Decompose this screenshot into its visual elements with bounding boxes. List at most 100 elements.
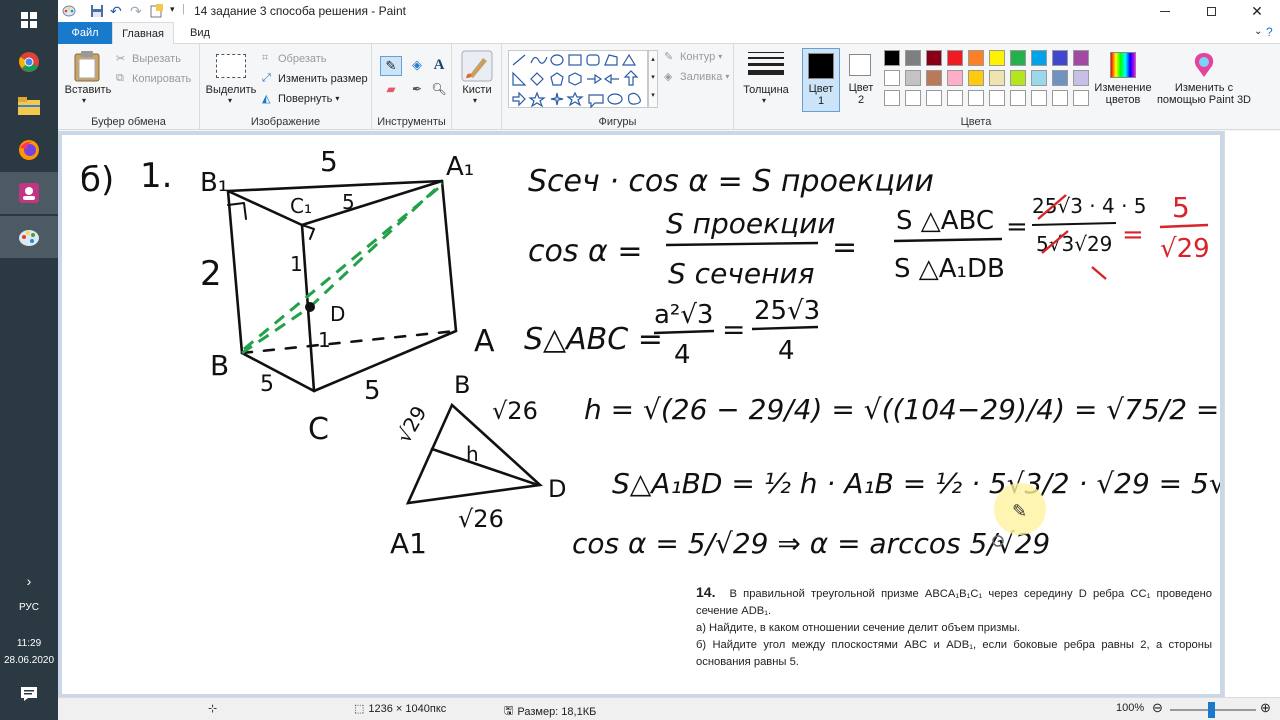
palette-swatch[interactable] (1052, 90, 1068, 106)
notifications-icon[interactable] (15, 680, 43, 708)
palette-swatch[interactable] (989, 90, 1005, 106)
color2-button[interactable]: Цвет 2 (842, 48, 880, 112)
crop-button[interactable]: ⌗ Обрезать (262, 52, 327, 65)
color-picker-icon[interactable]: ✒ (406, 80, 428, 100)
drawing-canvas[interactable]: б) 1. B₁ A₁ C₁ 5 5 2 1 D 1 B A C 5 5 B √… (62, 135, 1220, 694)
eraser-tool-icon[interactable]: ▰ (380, 80, 402, 100)
palette-swatch[interactable] (1031, 70, 1047, 86)
minimize-button[interactable] (1142, 0, 1188, 22)
brush-icon[interactable] (461, 50, 493, 85)
ribbon-collapse-icon[interactable]: ⌄ (1254, 26, 1262, 37)
clock-date[interactable]: 28.06.2020 (0, 655, 58, 666)
close-button[interactable]: ✕ (1234, 0, 1280, 22)
hw-formula-3-num: a²√3 (654, 300, 713, 330)
outline-button[interactable]: ✎ Контур ▾ (664, 50, 722, 64)
firefox-icon[interactable] (15, 136, 43, 164)
magnifier-icon[interactable]: 🔍︎ (428, 80, 450, 100)
undo-icon[interactable]: ↶ (110, 3, 122, 20)
brushes-dropdown-icon[interactable]: ▾ (473, 96, 477, 105)
resize-label: Изменить размер (278, 72, 368, 85)
fill-tool-icon[interactable]: ◈ (406, 56, 428, 76)
palette-swatch[interactable] (1031, 50, 1047, 66)
palette-swatch[interactable] (1073, 90, 1089, 106)
palette-swatch[interactable] (1073, 50, 1089, 66)
hw-formula-3-num2: 25√3 (754, 296, 820, 326)
palette-swatch[interactable] (926, 50, 942, 66)
paint-app-icon[interactable] (15, 223, 43, 251)
edit-colors-label-line2: цветов (1105, 94, 1141, 106)
palette-swatch[interactable] (1052, 50, 1068, 66)
select-icon[interactable] (216, 54, 246, 78)
select-dropdown-icon[interactable]: ▾ (228, 96, 232, 105)
zoom-in-button[interactable]: ⊕ (1260, 700, 1271, 716)
language-indicator[interactable]: РУС (0, 602, 58, 613)
palette-swatch[interactable] (926, 90, 942, 106)
palette-swatch[interactable] (1031, 90, 1047, 106)
resize-button[interactable]: ⤢ Изменить размер (262, 72, 368, 85)
size-button[interactable]: Толщина (734, 84, 798, 96)
palette-swatch[interactable] (926, 70, 942, 86)
palette-swatch[interactable] (968, 90, 984, 106)
copy-button[interactable]: ⧉ Копировать (116, 72, 191, 85)
help-icon[interactable]: ? (1266, 25, 1273, 39)
hw-formula-2-num: S проекции (666, 207, 835, 240)
zoom-level: 100% (1116, 702, 1145, 714)
palette-swatch[interactable] (1073, 70, 1089, 86)
tab-view[interactable]: Вид (178, 22, 222, 44)
file-explorer-icon[interactable] (15, 92, 43, 120)
zoom-out-button[interactable]: ⊖ (1152, 700, 1163, 716)
line-size-icon[interactable] (748, 52, 784, 75)
color1-button[interactable]: Цвет 1 (802, 48, 840, 112)
tab-file[interactable]: Файл (58, 22, 112, 44)
quick-access-icon[interactable] (150, 4, 164, 21)
zoom-slider-thumb[interactable] (1208, 702, 1215, 718)
chrome-icon[interactable] (15, 48, 43, 76)
palette-swatch[interactable] (884, 50, 900, 66)
palette-swatch[interactable] (968, 70, 984, 86)
pencil-tool-icon[interactable]: ✎ (380, 56, 402, 76)
title-separator: | (182, 3, 185, 15)
paste-button[interactable]: Вставить (60, 84, 116, 96)
palette-swatch[interactable] (947, 50, 963, 66)
palette-swatch[interactable] (989, 70, 1005, 86)
paste-icon[interactable] (74, 50, 100, 85)
clock-time[interactable]: 11:29 (0, 638, 58, 649)
paint3d-button[interactable]: Изменить с помощью Paint 3D (1154, 48, 1254, 112)
cut-button[interactable]: ✂ Вырезать (116, 52, 181, 66)
rotate-button[interactable]: ◭ Повернуть ▾ (262, 92, 339, 106)
palette-swatch[interactable] (884, 70, 900, 86)
chevron-right-icon[interactable]: › (0, 573, 58, 589)
palette-swatch[interactable] (1010, 90, 1026, 106)
tab-home[interactable]: Главная (112, 22, 174, 45)
crosshair-icon: ⊹ (208, 703, 218, 715)
palette-swatch[interactable] (905, 50, 921, 66)
maximize-button[interactable] (1188, 0, 1234, 22)
save-icon[interactable] (90, 4, 104, 21)
text-tool-icon[interactable]: A (428, 56, 450, 76)
edit-colors-button[interactable]: Изменение цветов (1094, 48, 1152, 112)
redo-icon[interactable]: ↷ (130, 3, 142, 20)
paste-dropdown-icon[interactable]: ▾ (82, 96, 86, 105)
palette-swatch[interactable] (905, 90, 921, 106)
meeting-app-icon[interactable] (15, 179, 43, 207)
palette-swatch[interactable] (1010, 70, 1026, 86)
color-palette[interactable] (884, 50, 1094, 110)
palette-swatch[interactable] (947, 70, 963, 86)
palette-swatch[interactable] (905, 70, 921, 86)
palette-swatch[interactable] (968, 50, 984, 66)
shapes-gallery[interactable] (508, 50, 648, 109)
windows-start-icon[interactable] (15, 6, 43, 34)
customize-toolbar-icon[interactable]: ▾ (170, 4, 175, 15)
palette-swatch[interactable] (989, 50, 1005, 66)
select-button[interactable]: Выделить (200, 84, 262, 96)
palette-swatch[interactable] (884, 90, 900, 106)
size-dropdown-icon[interactable]: ▾ (762, 96, 766, 105)
brushes-button[interactable]: Кисти (452, 84, 502, 96)
palette-swatch[interactable] (1052, 70, 1068, 86)
edit-colors-icon (1110, 52, 1136, 78)
paint-logo-icon[interactable] (62, 4, 76, 21)
palette-swatch[interactable] (947, 90, 963, 106)
palette-swatch[interactable] (1010, 50, 1026, 66)
fill-button[interactable]: ◈ Заливка ▾ (664, 70, 729, 84)
shapes-scroll[interactable]: ▴ ▾ ▾ (648, 50, 658, 108)
